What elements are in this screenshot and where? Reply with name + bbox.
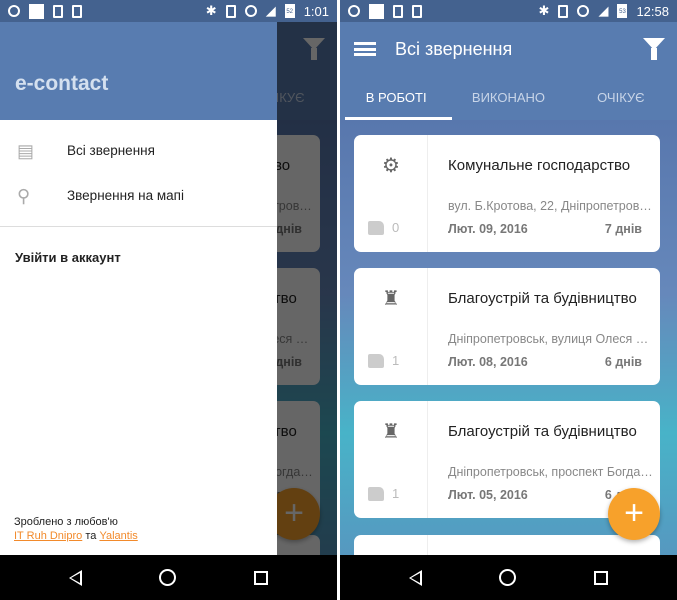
card-address: Дніпропетровськ, проспект Богдана Хмельн… <box>448 465 654 479</box>
media-icon <box>72 4 82 18</box>
request-card[interactable]: ♜ 1 Благоустрій та будівництво Дніпропет… <box>354 268 660 385</box>
it-ruh-link[interactable]: IT Ruh Dnipro <box>14 530 82 542</box>
left-phone-screen: ✱ ◢ 52 1:01 Всі звернення В РОБОТІ ВИКОН… <box>0 0 337 600</box>
alarm-icon <box>348 5 360 17</box>
navigation-bar <box>0 555 337 600</box>
card-date: Лют. 09, 2016 <box>448 222 528 236</box>
bluetooth-icon: ✱ <box>538 3 550 18</box>
request-card-partial[interactable] <box>354 535 660 555</box>
login-button[interactable]: Увійти в аккаунт <box>0 227 277 288</box>
like-button[interactable]: 0 <box>368 220 399 235</box>
status-time: 12:58 <box>636 3 669 19</box>
tab-pending[interactable]: ОЧІКУЄ <box>565 75 677 120</box>
map-pin-icon: ⚲ <box>17 185 31 206</box>
app-bar: Всі звернення В РОБОТІ ВИКОНАНО ОЧІКУЄ <box>340 22 677 120</box>
credit-and: та <box>85 530 97 542</box>
crane-icon: ♜ <box>382 421 400 443</box>
status-bar: ✱ ◢ 52 1:01 <box>0 0 337 22</box>
card-date: Лют. 08, 2016 <box>448 355 528 369</box>
recents-icon[interactable] <box>594 570 609 585</box>
tab-done[interactable]: ВИКОНАНО <box>452 75 564 120</box>
status-time: 1:01 <box>303 3 329 19</box>
battery-icon: 53 <box>617 4 628 18</box>
yalantis-link[interactable]: Yalantis <box>99 530 137 542</box>
drawer-item-all-requests[interactable]: ▤ Всі звернення <box>0 128 277 173</box>
navigation-drawer: e-contact ▤ Всі звернення ⚲ Звернення на… <box>0 22 277 555</box>
right-phone-screen: ✱ ◢ 53 12:58 Всі звернення В РОБОТІ ВИКО… <box>340 0 677 600</box>
navigation-bar <box>340 555 677 600</box>
battery-icon: 52 <box>284 4 295 18</box>
back-icon[interactable] <box>68 569 82 586</box>
menu-icon[interactable] <box>354 42 376 56</box>
thumbs-up-icon <box>368 486 384 501</box>
card-title: Комунальне господарство <box>448 157 631 174</box>
recents-icon[interactable] <box>254 570 269 585</box>
card-date: Лют. 05, 2016 <box>448 488 528 502</box>
documents-icon: ▤ <box>17 140 35 161</box>
notification-icon <box>369 3 384 19</box>
credit-text: Зроблено з любов'ю <box>14 516 118 528</box>
vibrate-icon <box>225 4 236 18</box>
home-icon[interactable] <box>159 569 177 586</box>
request-list: ⚙ 0 Комунальне господарство вул. Б.Крото… <box>340 120 677 555</box>
alarm-icon <box>8 5 20 17</box>
like-count: 1 <box>392 486 400 501</box>
notification-icon <box>29 3 44 19</box>
bluetooth-icon: ✱ <box>205 3 217 18</box>
like-button[interactable]: 1 <box>368 353 399 368</box>
card-address: вул. Б.Кротова, 22, Дніпропетровськ <box>448 199 654 213</box>
media-icon <box>412 4 422 18</box>
gear-icon: ⚙ <box>382 155 400 177</box>
card-days: 6 днів <box>604 355 642 369</box>
credits: Зроблено з любов'ю IT Ruh Dnipro та Yala… <box>14 515 138 543</box>
filter-icon[interactable] <box>643 38 665 60</box>
thumbs-up-icon <box>368 353 384 368</box>
vibrate-icon <box>558 4 569 18</box>
crane-icon: ♜ <box>382 288 400 310</box>
app-logo: e-contact <box>15 72 109 95</box>
home-icon[interactable] <box>499 569 517 586</box>
card-days: 7 днів <box>604 222 642 236</box>
back-icon[interactable] <box>408 569 422 586</box>
alarm-icon <box>577 5 590 17</box>
page-title: Всі звернення <box>395 39 513 59</box>
drawer-item-map[interactable]: ⚲ Звернення на мапі <box>0 173 277 218</box>
card-title: Благоустрій та будівництво <box>448 290 637 307</box>
like-count: 1 <box>392 353 400 368</box>
download-icon <box>53 4 63 18</box>
like-count: 0 <box>392 220 400 235</box>
tab-in-progress[interactable]: В РОБОТІ <box>340 75 453 120</box>
alarm-icon <box>244 5 257 17</box>
request-card[interactable]: ⚙ 0 Комунальне господарство вул. Б.Крото… <box>354 135 660 252</box>
card-title: Благоустрій та будівництво <box>448 423 637 440</box>
download-icon <box>393 4 403 18</box>
add-request-button[interactable]: + <box>608 488 660 540</box>
card-address: Дніпропетровськ, вулиця Олеся Гончара <box>448 332 654 346</box>
status-bar: ✱ ◢ 53 12:58 <box>340 0 677 22</box>
thumbs-up-icon <box>368 220 384 235</box>
tab-bar: В РОБОТІ ВИКОНАНО ОЧІКУЄ <box>340 75 677 120</box>
like-button[interactable]: 1 <box>368 486 399 501</box>
signal-icon: ◢ <box>598 3 609 18</box>
signal-icon: ◢ <box>265 3 276 18</box>
